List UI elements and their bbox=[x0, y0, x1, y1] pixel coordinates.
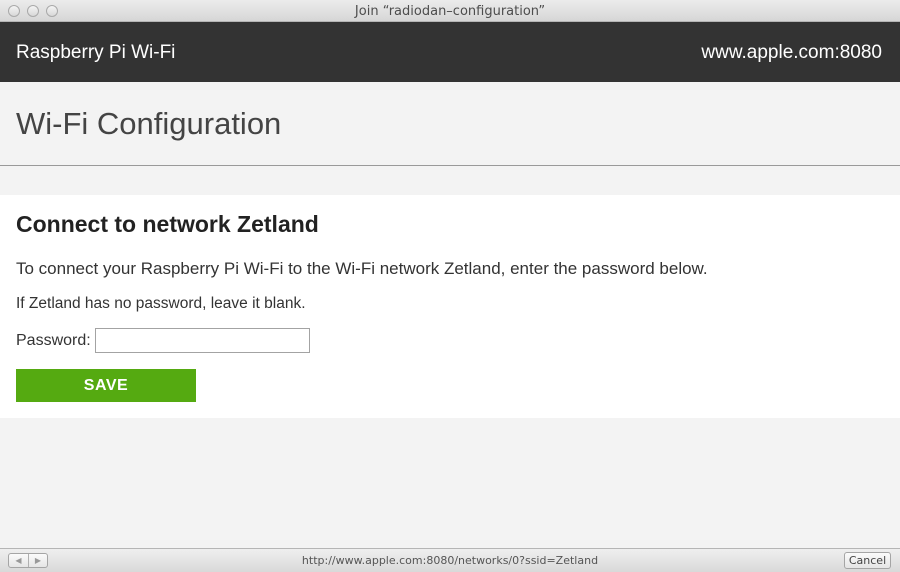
save-button[interactable]: SAVE bbox=[16, 369, 196, 402]
connect-form-card: Connect to network Zetland To connect yo… bbox=[0, 195, 900, 418]
form-heading: Connect to network Zetland bbox=[16, 211, 319, 237]
host-address: www.apple.com:8080 bbox=[701, 42, 882, 63]
status-url: http://www.apple.com:8080/networks/0?ssi… bbox=[301, 554, 599, 567]
password-input[interactable] bbox=[95, 328, 310, 353]
window-title-bar: Join “radiodan–configuration” bbox=[0, 0, 900, 22]
status-bar: ◀ ▶ http://www.apple.com:8080/networks/0… bbox=[0, 548, 900, 572]
app-header: Raspberry Pi Wi-Fi www.apple.com:8080 bbox=[0, 22, 900, 82]
page-title-band: Wi-Fi Configuration bbox=[0, 82, 900, 166]
window-title: Join “radiodan–configuration” bbox=[354, 4, 546, 19]
form-note-text: If Zetland has no password, leave it bla… bbox=[16, 295, 306, 312]
brand-name: Raspberry Pi Wi-Fi bbox=[16, 42, 176, 63]
password-label: Password: bbox=[16, 332, 91, 349]
page-title: Wi-Fi Configuration bbox=[16, 106, 282, 141]
cancel-button[interactable]: Cancel bbox=[844, 552, 891, 569]
form-intro-text: To connect your Raspberry Pi Wi-Fi to th… bbox=[16, 259, 708, 278]
